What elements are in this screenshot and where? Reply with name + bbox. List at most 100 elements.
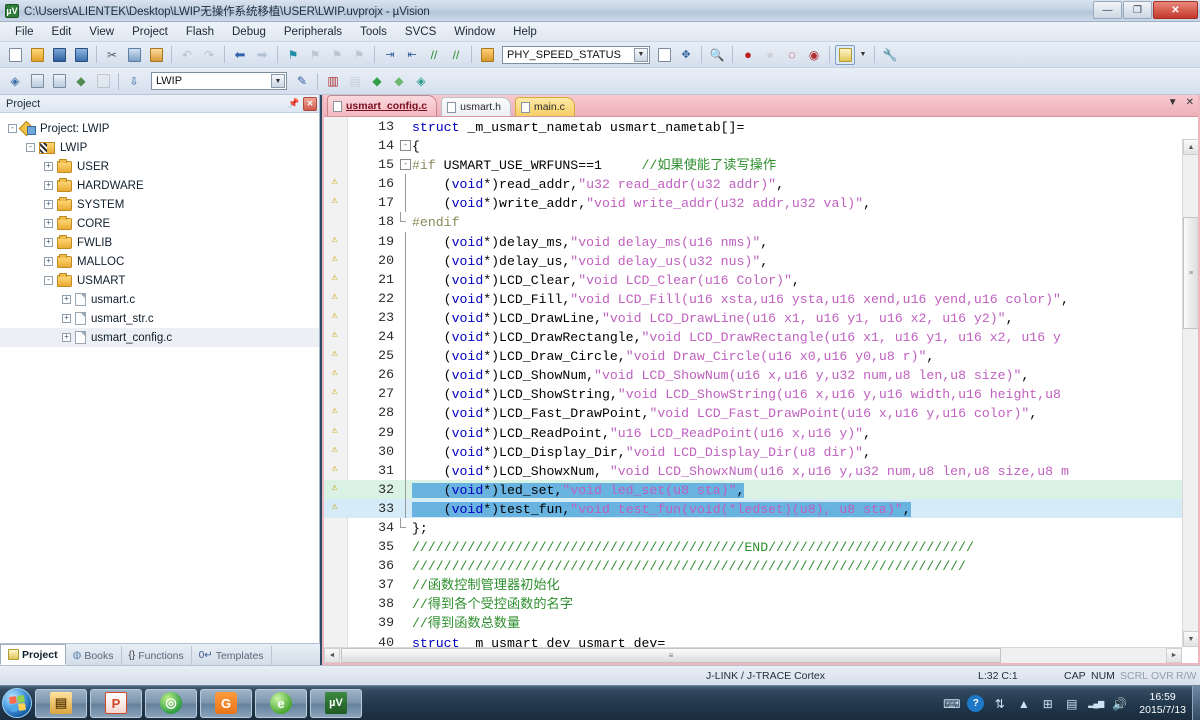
menu-help[interactable]: Help [504, 24, 546, 40]
cut-icon[interactable]: ✂ [102, 45, 122, 65]
minimize-button[interactable]: — [1093, 1, 1122, 19]
back-icon[interactable]: ⬅ [230, 45, 250, 65]
tree-item-malloc[interactable]: + MALLOC [0, 252, 319, 271]
tree-item-core[interactable]: + CORE [0, 214, 319, 233]
save-all-icon[interactable] [71, 45, 91, 65]
code-line[interactable]: ⚠ 21 (void*)LCD_Clear,"void LCD_Clear(u16… [324, 269, 1182, 289]
code-line[interactable]: ⚠ 28 (void*)LCD_Fast_DrawPoint,"void LCD_… [324, 403, 1182, 423]
chevron-down-icon[interactable]: ▼ [634, 47, 648, 62]
expand-icon[interactable]: + [44, 257, 53, 266]
redo-icon[interactable]: ↷ [199, 45, 219, 65]
tab-list-dropdown-icon[interactable]: ▼ [1168, 97, 1178, 108]
code-line[interactable]: ⚠ 16 (void*)read_addr,"u32 read_addr(u32 … [324, 174, 1182, 194]
tree-item-fwlib[interactable]: + FWLIB [0, 233, 319, 252]
editor-horizontal-scrollbar[interactable]: ◄ ≡ ► [324, 647, 1182, 663]
paste-icon[interactable] [146, 45, 166, 65]
code-line[interactable]: 18 #endif [324, 212, 1182, 231]
code-line[interactable]: 34}; [324, 517, 1182, 537]
forward-icon[interactable]: ➡ [252, 45, 272, 65]
translate-icon[interactable]: ◈ [5, 71, 25, 91]
code-line[interactable]: ⚠ 29 (void*)LCD_ReadPoint,"u16 LCD_ReadPo… [324, 422, 1182, 442]
bookmark-next-icon[interactable]: ⚑ [327, 45, 347, 65]
taskbar-item-file-explorer[interactable]: ▤ [35, 688, 87, 718]
tab-main-c[interactable]: main.c [514, 97, 575, 116]
target-select-combo[interactable]: LWIP ▼ [151, 72, 287, 90]
taskbar-item-powerpoint[interactable]: P [90, 688, 142, 718]
code-line[interactable]: 15- #if USMART_USE_WRFUNS==1 //如果使能了读写操作 [324, 155, 1182, 174]
tree-item-hardware[interactable]: + HARDWARE [0, 176, 319, 195]
windows-defender-icon[interactable]: ⊞ [1039, 695, 1056, 712]
code-line[interactable]: 39 //得到函数总数量 [324, 613, 1182, 632]
code-line[interactable]: ⚠ 22 (void*)LCD_Fill,"void LCD_Fill(u16 x… [324, 288, 1182, 308]
pack-installer-icon[interactable]: ◆ [367, 71, 387, 91]
open-file-icon[interactable] [27, 45, 47, 65]
insert-folder-icon[interactable] [477, 45, 497, 65]
configure-icon[interactable]: ✥ [676, 45, 696, 65]
show-hidden-icons-icon[interactable]: ▲ [1015, 695, 1032, 712]
expand-icon[interactable]: + [44, 181, 53, 190]
outdent-icon[interactable]: ⇤ [402, 45, 422, 65]
menu-tools[interactable]: Tools [351, 24, 396, 40]
menu-view[interactable]: View [80, 24, 123, 40]
bookmark-prev-icon[interactable]: ⚑ [305, 45, 325, 65]
fold-collapse-icon[interactable]: - [400, 159, 411, 171]
code-line[interactable]: ⚠ 20 (void*)delay_us,"void delay_us(u32 n… [324, 250, 1182, 270]
pin-icon[interactable]: 📌 [287, 97, 301, 111]
code-line[interactable]: ⚠ 31 (void*)LCD_ShowxNum, "void LCD_Showx… [324, 460, 1182, 480]
menu-flash[interactable]: Flash [177, 24, 223, 40]
taskbar-item-sogou-browser[interactable]: e [255, 688, 307, 718]
vertical-scroll-thumb[interactable]: ≡ [1183, 217, 1198, 329]
batch-build-icon[interactable]: ◆ [71, 71, 91, 91]
target-options-icon[interactable]: ✎ [292, 71, 312, 91]
editor-vertical-scrollbar[interactable]: ▲ ≡ ▼ [1182, 139, 1198, 647]
chevron-down-icon[interactable]: ▼ [271, 74, 285, 88]
code-line[interactable]: 36 //////////////////////////////////////… [324, 556, 1182, 575]
copy-icon[interactable] [124, 45, 144, 65]
breakpoint-kill-icon[interactable]: ◌ [782, 45, 802, 65]
taskbar-item-uvision[interactable]: µV [310, 688, 362, 718]
manage-project-items-icon[interactable]: ▥ [323, 71, 343, 91]
expand-icon[interactable]: + [44, 162, 53, 171]
window-layout-icon[interactable] [835, 44, 855, 65]
project-tab-functions[interactable]: {} Functions [122, 646, 192, 665]
project-tab-templates[interactable]: 0↵ Templates [192, 646, 272, 665]
menu-window[interactable]: Window [445, 24, 504, 40]
code-line[interactable]: 40 struct _m_usmart_dev usmart_dev= [324, 633, 1182, 647]
tree-item-usmart[interactable]: - USMART [0, 271, 319, 290]
expand-icon[interactable]: + [62, 314, 71, 323]
menu-peripherals[interactable]: Peripherals [275, 24, 351, 40]
build-icon[interactable] [27, 71, 47, 91]
settings-wrench-icon[interactable]: 🔧 [880, 45, 900, 65]
project-tab-books[interactable]: ◍ Books [66, 646, 122, 665]
breakpoint-icon[interactable]: ● [738, 45, 758, 65]
taskbar-clock[interactable]: 16:59 2015/7/13 [1139, 691, 1192, 717]
tree-item-usmart-c[interactable]: + usmart.c [0, 290, 319, 309]
comment-icon[interactable]: // [424, 45, 444, 65]
symbol-search-combo[interactable]: PHY_SPEED_STATUS ▼ [502, 45, 650, 64]
scroll-left-icon[interactable]: ◄ [324, 648, 340, 663]
code-line[interactable]: ⚠ 25 (void*)LCD_Draw_Circle,"void Draw_Ci… [324, 346, 1182, 366]
menu-svcs[interactable]: SVCS [396, 24, 445, 40]
expand-icon[interactable]: + [44, 238, 53, 247]
bookmark-toggle-icon[interactable]: ⚑ [283, 45, 303, 65]
code-line[interactable]: ⚠ 27 (void*)LCD_ShowString,"void LCD_Show… [324, 384, 1182, 404]
expand-icon[interactable]: + [44, 219, 53, 228]
scroll-up-icon[interactable]: ▲ [1183, 139, 1198, 155]
tree-item-system[interactable]: + SYSTEM [0, 195, 319, 214]
collapse-icon[interactable]: - [8, 124, 17, 133]
tree-item-user[interactable]: + USER [0, 157, 319, 176]
download-icon[interactable]: ⇩ [124, 71, 144, 91]
tree-item-usmart-config-c[interactable]: + usmart_config.c [0, 328, 319, 347]
manage-multi-project-icon[interactable]: ▤ [345, 71, 365, 91]
expand-icon[interactable]: + [44, 200, 53, 209]
new-file-icon[interactable] [5, 45, 25, 65]
collapse-icon[interactable]: - [26, 143, 35, 152]
code-line[interactable]: ⚠ 19 (void*)delay_ms,"void delay_ms(u16 n… [324, 231, 1182, 251]
close-icon[interactable]: ✕ [303, 96, 317, 111]
save-icon[interactable] [49, 45, 69, 65]
scroll-right-icon[interactable]: ► [1166, 648, 1182, 663]
help-icon[interactable]: ? [967, 695, 985, 712]
network-signal-icon[interactable]: ▂▄▆ [1087, 695, 1104, 712]
code-line[interactable]: 37 //函数控制管理器初始化 [324, 575, 1182, 594]
bookmark-clear-icon[interactable]: ⚑ [349, 45, 369, 65]
